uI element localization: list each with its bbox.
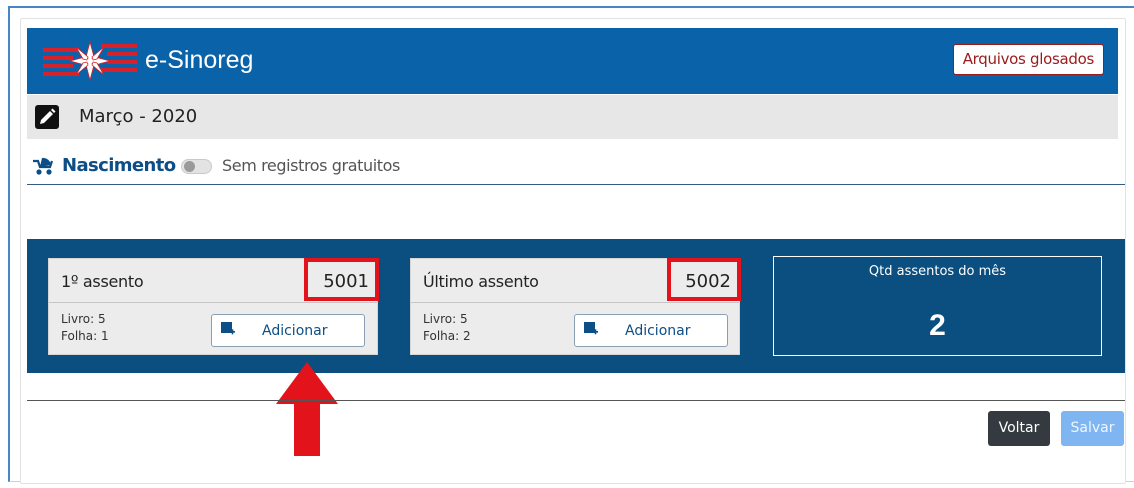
month-count-value: 2 [929, 309, 946, 342]
add-image-icon [584, 322, 598, 335]
save-button[interactable]: Salvar [1061, 411, 1124, 446]
first-assent-folha: Folha: 1 [61, 329, 109, 343]
back-button[interactable]: Voltar [988, 411, 1050, 446]
app-header: e-Sinoreg Arquivos glosados [27, 28, 1118, 94]
first-assent-meta: Livro: 5 Folha: 1 [61, 311, 109, 345]
month-count-box: Qtd assentos do mês 2 [773, 256, 1102, 356]
last-assent-label: Último assento [423, 272, 539, 291]
pencil-edit-icon[interactable] [35, 105, 59, 129]
month-count-label: Qtd assentos do mês [868, 264, 1007, 279]
first-assent-add-label: Adicionar [262, 323, 328, 339]
first-assent-livro: Livro: 5 [61, 312, 106, 326]
stroller-icon [33, 157, 54, 175]
section-divider [27, 184, 1125, 185]
arquivos-glosados-button[interactable]: Arquivos glosados [952, 44, 1104, 75]
add-image-icon [221, 322, 235, 335]
first-assent-add-button[interactable]: Adicionar [211, 314, 365, 347]
first-assent-label: 1º assento [61, 272, 144, 291]
sinoreg-logo-icon [43, 40, 137, 82]
period-bar: Março - 2020 [27, 95, 1118, 139]
last-number-highlight [667, 258, 741, 301]
app-title: e-Sinoreg [145, 46, 254, 74]
last-assent-add-label: Adicionar [625, 323, 691, 339]
free-records-toggle-label: Sem registros gratuitos [222, 156, 400, 175]
free-records-toggle[interactable] [181, 159, 212, 174]
last-assent-meta: Livro: 5 Folha: 2 [423, 311, 471, 345]
red-arrow-up-icon [276, 362, 338, 456]
last-assent-folha: Folha: 2 [423, 329, 471, 343]
last-assent-livro: Livro: 5 [423, 312, 468, 326]
last-assent-add-button[interactable]: Adicionar [574, 314, 728, 347]
footer-divider [27, 400, 1125, 401]
section-title: Nascimento [62, 155, 176, 176]
period-title: Março - 2020 [79, 106, 198, 127]
first-number-highlight [304, 258, 379, 301]
